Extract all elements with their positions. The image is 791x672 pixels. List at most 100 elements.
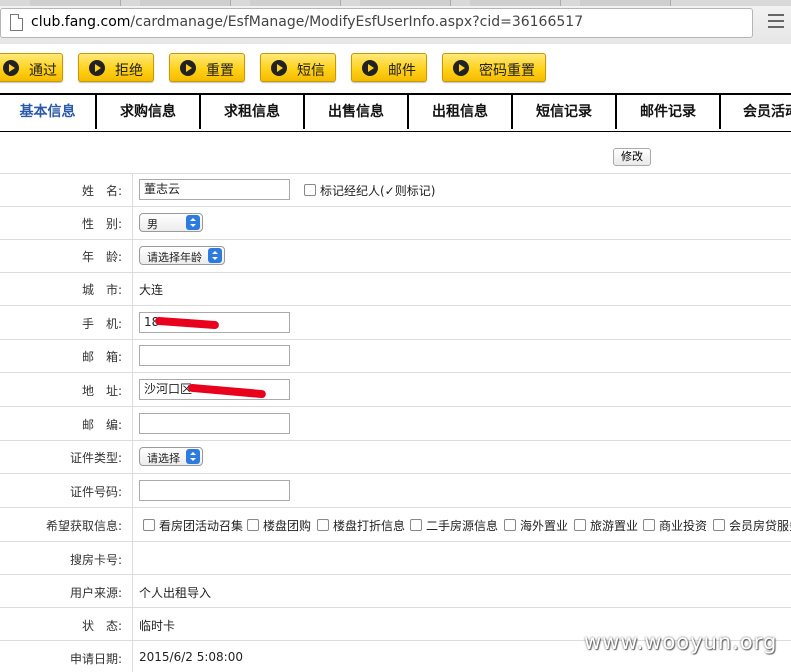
select-arrow-icon [186,449,200,464]
checkbox-icon [143,519,155,531]
edit-button[interactable]: 修改 [613,148,651,166]
gender-row: 性 别: 男 [0,206,791,240]
info-option-5[interactable]: 海外置业 [504,517,568,534]
zip-row: 邮 编: [0,406,791,441]
reject-button-label: 拒绝 [115,63,143,79]
address-row: 地 址: 沙河口区 [0,372,791,407]
id-type-select[interactable]: 请选择 [139,447,203,466]
info-option-label: 看房团活动召集 [159,519,244,533]
checkbox-icon [643,519,655,531]
info-option-label: 二手房源信息 [426,519,499,533]
info-option-3[interactable]: 楼盘打折信息 [317,517,405,534]
tab-bar: 基本信息 求购信息 求租信息 出售信息 出租信息 短信记录 邮件记录 会员活动 [0,93,791,132]
info-option-7[interactable]: 商业投资 [643,517,707,534]
email-row: 邮 箱: [0,339,791,373]
info-pref-row: 希望获取信息: 看房团活动召集 楼盘团购 楼盘打折信息 二手房源信息 海外置业 … [0,507,791,542]
password-reset-button-label: 密码重置 [479,63,535,79]
checkbox-icon [713,519,725,531]
action-toolbar: 通过 拒绝 重置 短信 邮件 密码重置 [0,44,791,94]
info-option-4[interactable]: 二手房源信息 [410,517,498,534]
id-number-input[interactable] [139,480,290,501]
name-input[interactable]: 董志云 [139,179,290,200]
status-value: 临时卡 [139,619,176,633]
age-select-value: 请选择年龄 [147,251,202,264]
name-row: 姓 名: 董志云 标记经纪人(✓则标记) [0,173,791,207]
url-field[interactable]: club.fang.com/cardmanage/EsfManage/Modif… [0,8,753,38]
mark-agent-checkbox[interactable]: 标记经纪人(✓则标记) [304,182,435,199]
card-row: 搜房卡号: [0,541,791,575]
info-option-label: 旅游置业 [590,519,639,533]
city-value: 大连 [139,283,164,297]
status-label: 状 态: [81,619,122,633]
apply-date-value: 2015/6/2 5:08:00 [139,650,243,664]
age-row: 年 龄: 请选择年龄 [0,239,791,273]
tab-rent-wanted-info[interactable]: 求租信息 [201,95,305,129]
info-option-1[interactable]: 看房团活动召集 [143,517,243,534]
url-host: club.fang.com [31,14,131,30]
info-option-label: 海外置业 [520,519,569,533]
url-text: club.fang.com/cardmanage/EsfManage/Modif… [31,14,583,30]
id-type-label: 证件类型: [69,451,122,465]
zip-input[interactable] [139,413,290,434]
select-arrow-icon [208,248,222,263]
checkbox-icon [317,519,329,531]
email-button-label: 邮件 [388,63,416,79]
checkbox-icon [410,519,422,531]
age-label: 年 龄: [81,250,122,264]
id-type-select-value: 请选择 [147,452,180,465]
approve-button[interactable]: 通过 [0,53,63,82]
info-option-label: 会员房贷服务 [729,519,791,533]
info-option-8[interactable]: 会员房贷服务 [713,517,791,534]
source-row: 用户来源: 个人出租导入 [0,574,791,608]
tab-rental-info[interactable]: 出租信息 [409,95,513,129]
reset-button-label: 重置 [206,63,234,79]
watermark: www.wooyun.org [584,630,778,654]
play-icon [3,60,19,76]
play-icon [453,60,469,76]
city-row: 城 市: 大连 [0,272,791,306]
email-button[interactable]: 邮件 [351,53,427,82]
checkbox-icon [504,519,516,531]
mark-agent-label: 标记经纪人(✓则标记) [320,184,436,198]
sms-button-label: 短信 [297,63,325,79]
source-label: 用户来源: [69,586,122,600]
info-option-2[interactable]: 楼盘团购 [247,517,311,534]
id-type-row: 证件类型: 请选择 [0,440,791,474]
reset-button[interactable]: 重置 [169,53,245,82]
checkbox-icon [574,519,586,531]
tab-member-activity[interactable]: 会员活动 [721,95,791,129]
info-option-label: 楼盘团购 [263,519,312,533]
age-select[interactable]: 请选择年龄 [139,246,225,265]
gender-select[interactable]: 男 [139,213,203,232]
play-icon [180,60,196,76]
phone-label: 手 机: [81,317,122,331]
address-label: 地 址: [81,384,122,398]
sms-button[interactable]: 短信 [260,53,336,82]
form-header-row: 修改 [0,131,791,174]
reject-button[interactable]: 拒绝 [78,53,154,82]
tab-sale-info[interactable]: 出售信息 [305,95,409,129]
email-label: 邮 箱: [81,350,122,364]
id-number-row: 证件号码: [0,473,791,508]
password-reset-button[interactable]: 密码重置 [442,53,546,82]
id-number-label: 证件号码: [69,485,122,499]
info-option-label: 楼盘打折信息 [333,519,406,533]
tab-basic-info[interactable]: 基本信息 [0,95,97,129]
gender-select-value: 男 [147,218,158,231]
page-icon [10,14,23,31]
tab-email-records[interactable]: 邮件记录 [617,95,721,129]
zip-label: 邮 编: [81,418,122,432]
email-input[interactable] [139,345,290,366]
gender-label: 性 别: [81,217,122,231]
browser-menu-icon[interactable] [768,14,784,32]
play-icon [89,60,105,76]
play-icon [362,60,378,76]
checkbox-icon [247,519,259,531]
browser-address-bar: club.fang.com/cardmanage/EsfManage/Modif… [0,0,791,45]
city-label: 城 市: [81,283,122,297]
phone-row: 手 机: 18 [0,305,791,340]
tab-purchase-info[interactable]: 求购信息 [97,95,201,129]
info-pref-label: 希望获取信息: [45,519,122,533]
tab-sms-records[interactable]: 短信记录 [513,95,617,129]
info-option-6[interactable]: 旅游置业 [574,517,638,534]
